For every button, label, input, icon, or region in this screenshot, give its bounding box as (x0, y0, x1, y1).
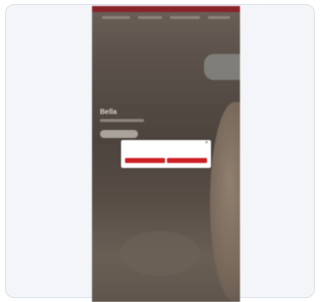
background-person (210, 102, 240, 302)
hero-cta-button[interactable] (100, 130, 138, 138)
top-bar (92, 6, 240, 12)
nav-item[interactable] (138, 16, 162, 19)
nav-item[interactable] (102, 16, 130, 19)
nav-item[interactable] (208, 16, 230, 19)
phone-screenshot: Bella × (92, 6, 240, 302)
dialog-primary-button[interactable] (167, 158, 207, 163)
background-panel (204, 54, 240, 80)
consent-dialog: × (121, 140, 211, 168)
hero-subtitle (100, 119, 144, 122)
close-icon[interactable]: × (205, 141, 208, 146)
background-shape (120, 231, 200, 276)
nav-item[interactable] (170, 16, 200, 19)
dialog-secondary-button[interactable] (125, 158, 165, 163)
hero-title: Bella (100, 109, 117, 116)
